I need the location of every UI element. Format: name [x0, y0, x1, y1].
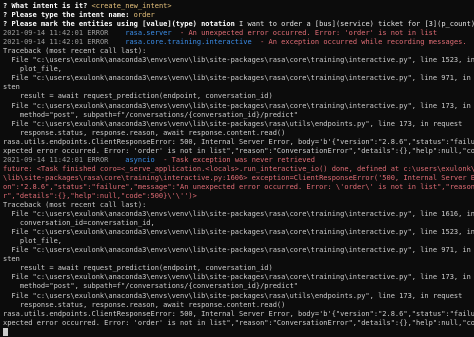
- error-line: rasa.utils.endpoints.ClientResponseError…: [3, 309, 474, 318]
- cursor-line: [3, 327, 474, 337]
- traceback-line: conversation_id=conversation_id,: [3, 219, 155, 228]
- prompt-line-intent-name: ? Please type the intent name: order: [3, 11, 155, 20]
- prompt-question: Please mark the entities using [value](t…: [11, 20, 235, 29]
- log-line: 2021-09-14 11:42:01 ERROR rasa.server - …: [3, 29, 438, 38]
- future-line: \lib\site-packages\rasa\core\training\in…: [3, 173, 474, 182]
- prompt-question: Please type the intent name:: [11, 11, 130, 20]
- traceback-line: File "c:\users\exulonk\anaconda3\envs\ve…: [11, 74, 471, 83]
- traceback-line: Traceback (most recent call last):: [3, 47, 147, 56]
- traceback-line: response.status, response.reason, await …: [3, 128, 286, 137]
- error-line: xpected error occurred. Error: 'order' i…: [3, 318, 474, 327]
- prompt-question: What intent is it?: [11, 2, 88, 10]
- prompt-line-intent: ? What intent is it? <create_new_intent>: [3, 2, 172, 10]
- traceback-line: result = await request_prediction(endpoi…: [3, 264, 273, 273]
- traceback-line: File "c:\users\exulonk\anaconda3\envs\ve…: [11, 273, 471, 282]
- traceback-line: response.status, response.reason, await …: [3, 300, 286, 309]
- traceback-line: method="post", subpath=f"/conversations/…: [3, 110, 299, 119]
- future-line: r","details":{},"help":null,"code":500}\…: [3, 191, 197, 200]
- log-line: 2021-09-14 11:42:01 ERROR asyncio - Task…: [3, 155, 315, 164]
- error-line: xpected error occurred. Error: 'order' i…: [3, 146, 474, 155]
- traceback-line: File "c:\users\exulonk\anaconda3\envs\ve…: [11, 228, 474, 237]
- traceback-line: File "c:\users\exulonk\anaconda3\envs\ve…: [3, 291, 463, 300]
- prompt-line-entities: ? Please mark the entities using [value]…: [3, 20, 474, 29]
- traceback-line: sten: [3, 83, 20, 92]
- traceback-line: method="post", subpath=f"/conversations/…: [3, 282, 299, 291]
- traceback-line: File "c:\users\exulonk\anaconda3\envs\ve…: [11, 56, 474, 65]
- log-line: 2021-09-14 11:42:01 ERROR rasa.core.trai…: [3, 38, 467, 47]
- prompt-answer: I want to order a [bus](service) ticket …: [239, 20, 474, 29]
- traceback-line: plot_file,: [3, 237, 63, 246]
- future-line: future: <Task finished coro=<_serve_appl…: [3, 164, 474, 173]
- prompt-answer: <create_new_intent>: [91, 2, 172, 10]
- future-line: on":"2.8.6","status":"failure","message"…: [3, 182, 474, 191]
- traceback-line: File "c:\users\exulonk\anaconda3\envs\ve…: [3, 119, 463, 128]
- traceback-line: File "c:\users\exulonk\anaconda3\envs\ve…: [11, 246, 471, 255]
- error-line: rasa.utils.endpoints.ClientResponseError…: [3, 137, 474, 146]
- traceback-line: result = await request_prediction(endpoi…: [3, 92, 273, 101]
- prompt-answer: order: [133, 11, 155, 20]
- terminal-window[interactable]: ? What intent is it? <create_new_intent>…: [0, 0, 474, 336]
- traceback-line: Traceback (most recent call last):: [3, 201, 147, 210]
- traceback-line: File "c:\users\exulonk\anaconda3\envs\ve…: [11, 210, 474, 219]
- traceback-line: sten: [3, 255, 20, 264]
- traceback-line: plot_file,: [3, 65, 63, 74]
- traceback-line: File "c:\users\exulonk\anaconda3\envs\ve…: [11, 101, 471, 110]
